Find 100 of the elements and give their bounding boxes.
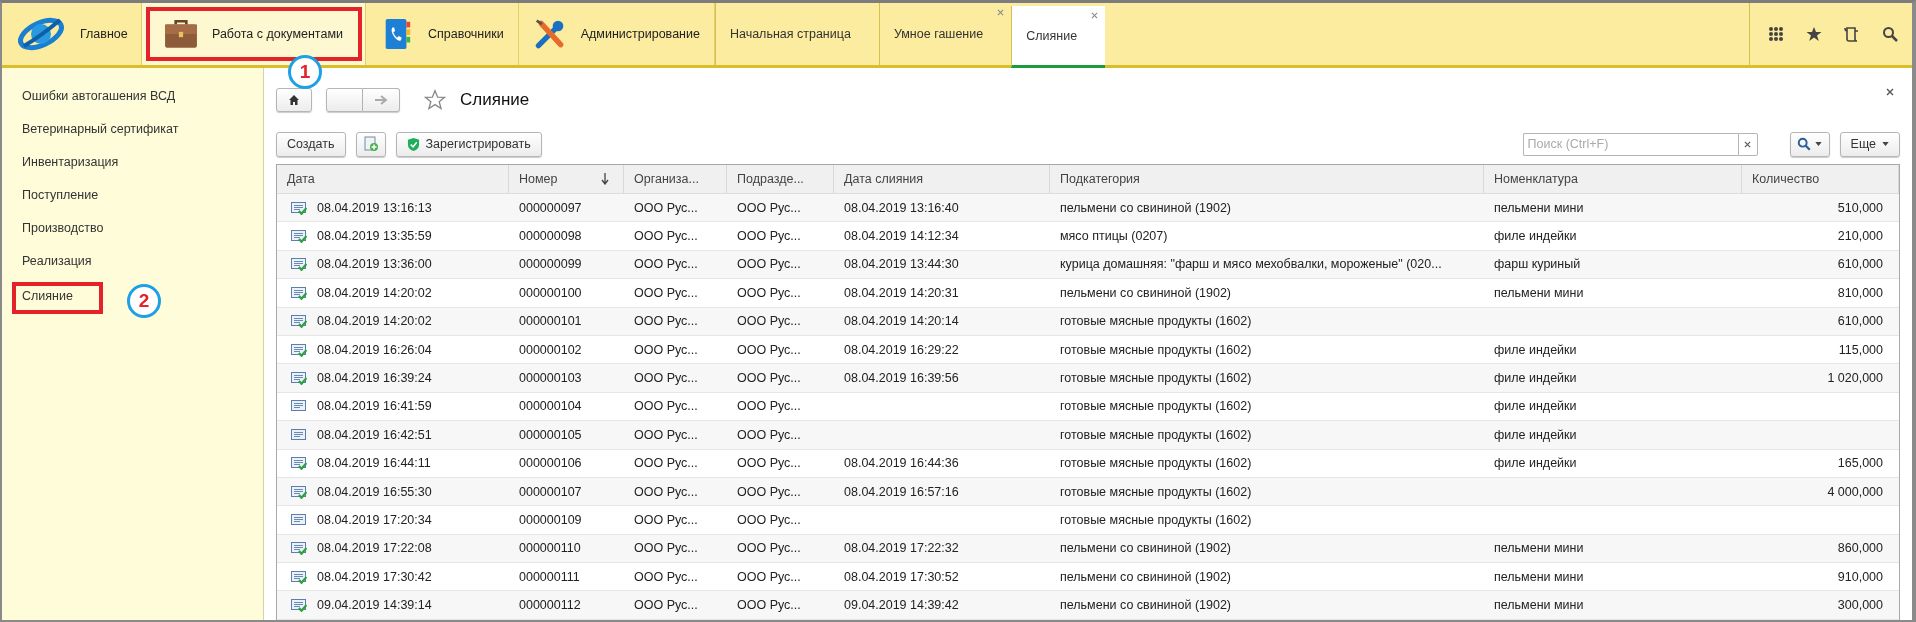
home-button[interactable] (276, 88, 312, 112)
sidebar-item[interactable]: Реализация (2, 251, 112, 271)
open-tab[interactable]: Слияние (1011, 6, 1106, 68)
document-add-icon (362, 136, 379, 152)
favorite-star-icon[interactable] (424, 89, 446, 111)
search-icon (1797, 137, 1812, 151)
history-scroll-icon[interactable] (1844, 26, 1860, 42)
table-cell: 210,000 (1837, 229, 1883, 244)
table-cell: ООО Рус... (737, 285, 801, 300)
more-button[interactable]: Еще (1839, 131, 1900, 157)
apps-grid-icon[interactable] (1768, 26, 1784, 42)
column-header[interactable]: Дата слияния (834, 165, 1050, 193)
table-cell: пельмени со свининой (1902) (1060, 541, 1232, 556)
table-cell: 08.04.2019 13:35:59 (317, 229, 432, 244)
table-cell: готовые мясные продукты (1602) (1060, 342, 1252, 357)
table-cell: 08.04.2019 16:39:56 (844, 371, 959, 386)
section-tab[interactable]: Работа с документами (142, 3, 366, 65)
table-cell: ООО Рус... (634, 342, 698, 357)
form-title: Слияние (460, 90, 530, 110)
sidebar-item[interactable]: Инвентаризация (2, 152, 139, 172)
table-cell: 000000102 (519, 342, 582, 357)
search-button[interactable] (1789, 131, 1830, 157)
table-cell: ООО Рус... (634, 257, 698, 272)
table-cell: 000000100 (519, 285, 582, 300)
table-cell: 08.04.2019 14:20:02 (317, 314, 432, 329)
search-field[interactable]: Поиск (Ctrl+F) (1522, 132, 1738, 156)
table-cell: ООО Рус... (737, 456, 801, 471)
create-button[interactable]: Создать (276, 131, 346, 157)
table-cell: ООО Рус... (634, 399, 698, 414)
section-tab[interactable]: Справочники (366, 3, 519, 65)
sidebar-item[interactable]: Ветеринарный сертификат (2, 119, 199, 139)
table-cell: 08.04.2019 13:44:30 (844, 257, 959, 272)
table-cell: 08.04.2019 16:29:22 (844, 342, 959, 357)
table-cell: 08.04.2019 14:20:14 (844, 314, 959, 329)
shield-check-icon (406, 136, 420, 152)
table-cell: мясо птицы (0207) (1060, 229, 1168, 244)
table-cell: 08.04.2019 17:30:42 (317, 569, 432, 584)
register-button[interactable]: Зарегистрировать (395, 131, 542, 157)
sidebar-item[interactable]: Поступление (2, 185, 119, 205)
table-cell: готовые мясные продукты (1602) (1060, 427, 1252, 442)
table-cell: 000000101 (519, 314, 582, 329)
table-cell: филе индейки (1494, 427, 1577, 442)
table-cell: ООО Рус... (737, 427, 801, 442)
table-cell: пельмени мини (1494, 200, 1584, 215)
table-cell: пельмени мини (1494, 569, 1584, 584)
table-cell: 000000112 (519, 598, 581, 613)
table-cell: 610,000 (1837, 257, 1883, 272)
table-cell: ООО Рус... (737, 371, 801, 386)
table-cell: 000000098 (519, 229, 582, 244)
close-icon[interactable] (1886, 88, 1894, 96)
sidebar-item[interactable]: Производство (2, 218, 124, 238)
section-tab[interactable]: Главное (2, 3, 142, 65)
arrow-right-icon (374, 95, 388, 105)
table-cell: готовые мясные продукты (1602) (1060, 513, 1252, 527)
table-cell: филе индейки (1494, 342, 1577, 357)
favorites-star-icon[interactable] (1806, 26, 1822, 42)
column-header[interactable]: Подкатегория (1050, 165, 1484, 193)
table-cell: 300,000 (1837, 598, 1883, 613)
table-cell: 08.04.2019 16:41:59 (317, 399, 432, 414)
table-cell: 000000104 (519, 399, 582, 414)
table-cell: ООО Рус... (737, 342, 801, 357)
table-cell: пельмени со свининой (1902) (1060, 285, 1232, 300)
table-cell: ООО Рус... (634, 285, 698, 300)
table-cell: курица домашняя: "фарш и мясо мехобвалки, мороженые" (020... (1060, 257, 1442, 272)
column-header[interactable]: Количество (1742, 165, 1899, 193)
table-cell: 08.04.2019 16:44:11 (317, 456, 431, 471)
table-cell: ООО Рус... (634, 513, 698, 527)
close-icon[interactable] (1091, 12, 1099, 19)
table-cell: 08.04.2019 17:22:32 (844, 541, 959, 556)
table-cell: пельмени мини (1494, 598, 1584, 613)
table-cell: 08.04.2019 17:30:52 (844, 569, 959, 584)
table-cell: ООО Рус... (634, 371, 698, 386)
table-cell: 08.04.2019 13:36:00 (317, 257, 432, 272)
table-cell: 165,000 (1837, 456, 1883, 471)
table-cell: 08.04.2019 16:57:16 (844, 484, 959, 499)
table-cell: ООО Рус... (737, 257, 801, 272)
caret-icon (1882, 142, 1889, 146)
column-header[interactable]: Организа... (624, 165, 727, 193)
caret-icon (1815, 142, 1823, 146)
clear-icon (1744, 140, 1752, 148)
section-tab[interactable]: Администрирование (518, 3, 715, 65)
table-cell: ООО Рус... (634, 541, 698, 556)
table-cell: 08.04.2019 14:12:34 (844, 229, 959, 244)
table-cell: 910,000 (1837, 569, 1883, 584)
table-cell: ООО Рус... (634, 598, 698, 613)
sidebar-item[interactable]: Ошибки автогашения ВСД (2, 86, 196, 106)
table-cell: 000000106 (519, 456, 582, 471)
table-cell: ООО Рус... (737, 200, 801, 215)
column-header[interactable]: Подразде... (727, 165, 834, 193)
column-header[interactable]: Дата (277, 165, 509, 193)
copy-document-button[interactable] (355, 131, 386, 157)
table-cell: 08.04.2019 16:42:51 (317, 427, 432, 442)
open-tab[interactable]: Начальная страница (714, 3, 879, 65)
sidebar-item[interactable]: Слияние (14, 284, 101, 312)
column-header[interactable]: Номенклатура (1484, 165, 1742, 193)
search-icon[interactable] (1882, 26, 1898, 42)
column-header[interactable]: Номер (509, 165, 624, 193)
table-cell: 08.04.2019 17:20:34 (317, 513, 432, 527)
table-cell: ООО Рус... (634, 229, 698, 244)
table-cell: 000000103 (519, 371, 582, 386)
